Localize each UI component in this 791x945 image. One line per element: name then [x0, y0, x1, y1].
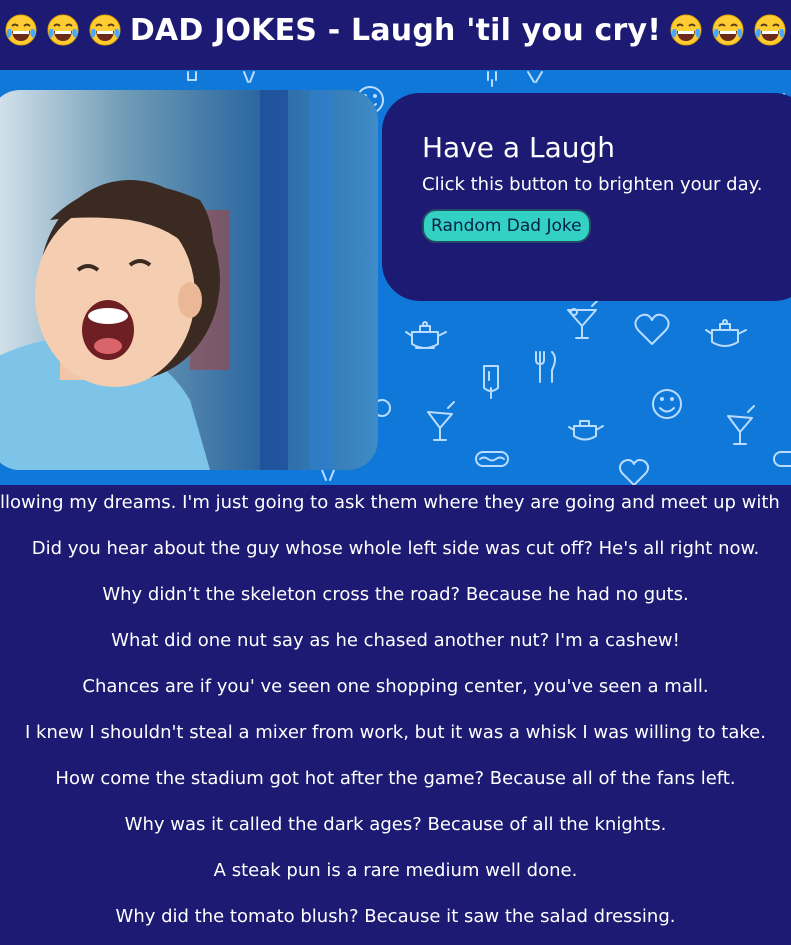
joke-item: Why did the tomato blush? Because it saw… [0, 899, 791, 945]
face-with-tears-of-joy-icon [711, 13, 745, 47]
face-with-tears-of-joy-icon [88, 13, 122, 47]
joke-text: Did you hear about the guy whose whole l… [31, 538, 760, 559]
joke-text: How come the stadium got hot after the g… [55, 768, 736, 789]
joke-item: Did you hear about the guy whose whole l… [0, 531, 791, 577]
page-header: DAD JOKES - Laugh 'til you cry! [0, 0, 791, 60]
joke-text: llowing my dreams. I'm just going to ask… [0, 492, 780, 513]
cocktail-icon [427, 401, 455, 441]
page-title: DAD JOKES - Laugh 'til you cry! [129, 12, 662, 48]
boy-illustration [0, 90, 378, 470]
cocktail-icon [527, 71, 543, 83]
cocktail-icon [567, 299, 599, 339]
teapot-icon [705, 319, 747, 347]
laugh-card: Have a Laugh Click this button to bright… [382, 93, 791, 301]
hotdog-icon [773, 451, 791, 467]
cocktail-icon [727, 405, 755, 445]
joke-item: llowing my dreams. I'm just going to ask… [0, 485, 791, 531]
popsicle-icon [483, 365, 499, 399]
joke-item: Why didn’t the skeleton cross the road? … [0, 577, 791, 623]
smiley-icon [652, 389, 682, 419]
joke-item: How come the stadium got hot after the g… [0, 761, 791, 807]
heart-icon [634, 313, 670, 345]
laughing-boy-photo [0, 90, 378, 470]
popsicle-icon [187, 71, 197, 81]
joke-text: Why did the tomato blush? Because it saw… [115, 906, 676, 927]
hotdog-icon [475, 451, 509, 467]
joke-item: I knew I shouldn't steal a mixer from wo… [0, 715, 791, 761]
face-with-tears-of-joy-icon [46, 13, 80, 47]
joke-text: Why didn’t the skeleton cross the road? … [102, 584, 689, 605]
joke-text: I knew I shouldn't steal a mixer from wo… [25, 722, 766, 743]
teapot-icon [405, 321, 447, 349]
popsicle-icon [487, 71, 497, 87]
card-subtitle: Click this button to brighten your day. [422, 174, 763, 195]
face-with-tears-of-joy-icon [753, 13, 787, 47]
emoji-group-right [669, 13, 787, 47]
joke-item: A steak pun is a rare medium well done. [0, 853, 791, 899]
heart-icon [618, 459, 650, 485]
joke-text: Why was it called the dark ages? Because… [124, 814, 667, 835]
card-title: Have a Laugh [422, 131, 615, 164]
joke-item: What did one nut say as he chased anothe… [0, 623, 791, 669]
face-with-tears-of-joy-icon [669, 13, 703, 47]
joke-item: Why was it called the dark ages? Because… [0, 807, 791, 853]
teapot-icon [568, 420, 604, 441]
joke-text: A steak pun is a rare medium well done. [213, 860, 578, 881]
random-dad-joke-button[interactable]: Random Dad Joke [422, 209, 591, 243]
cocktail-icon [243, 71, 255, 83]
jokes-list: llowing my dreams. I'm just going to ask… [0, 485, 791, 945]
hero-section: Have a Laugh Click this button to bright… [0, 70, 791, 485]
fork-knife-icon [535, 351, 556, 383]
joke-text: Chances are if you' ve seen one shopping… [82, 676, 709, 697]
joke-text: What did one nut say as he chased anothe… [111, 630, 680, 651]
joke-item: Chances are if you' ve seen one shopping… [0, 669, 791, 715]
face-with-tears-of-joy-icon [4, 13, 38, 47]
cocktail-icon [321, 469, 335, 481]
emoji-group-left [4, 13, 122, 47]
